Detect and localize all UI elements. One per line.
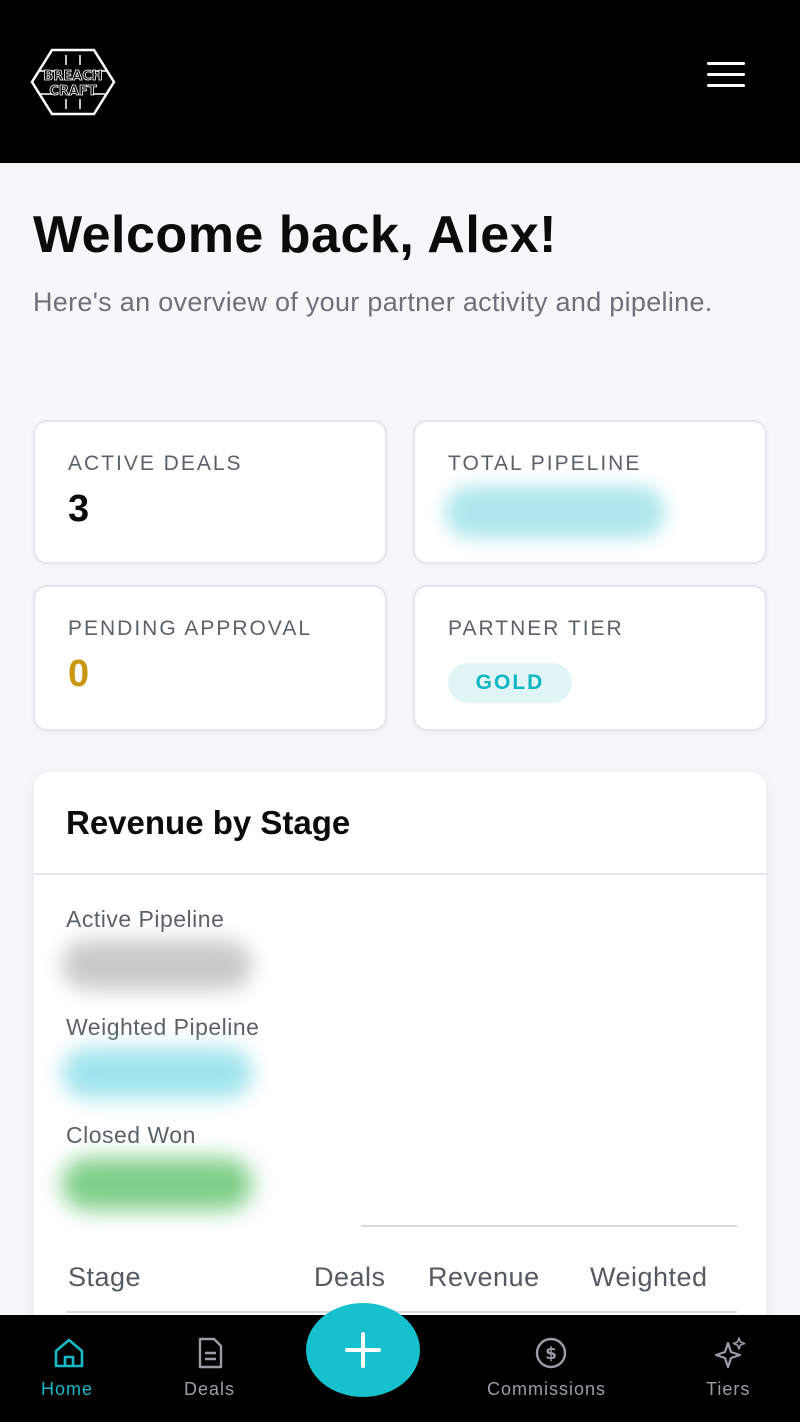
active-pipeline-value-redacted <box>62 940 252 990</box>
total-pipeline-card[interactable]: TOTAL PIPELINE <box>413 420 767 564</box>
active-deals-value: 3 <box>68 488 90 530</box>
svg-text:BREACH: BREACH <box>43 69 102 84</box>
nav-deals[interactable]: Deals <box>170 1315 250 1422</box>
table-top-divider <box>361 1225 737 1227</box>
dollar-circle-icon: $ <box>535 1337 567 1369</box>
breachcraft-logo[interactable]: BREACH CRAFT <box>30 47 116 117</box>
svg-text:$: $ <box>545 1344 557 1364</box>
partner-tier-label: PARTNER TIER <box>448 617 624 640</box>
revenue-panel-title: Revenue by Stage <box>66 804 351 841</box>
panel-divider <box>34 873 768 875</box>
total-pipeline-value-redacted <box>445 486 665 538</box>
weighted-pipeline-value-redacted <box>62 1048 252 1098</box>
nav-tiers-label: Tiers <box>706 1379 751 1399</box>
page-title: Welcome back, Alex! <box>33 206 557 264</box>
table-header-stage[interactable]: Stage <box>68 1262 141 1293</box>
closed-won-value-redacted <box>62 1158 252 1210</box>
weighted-pipeline-label: Weighted Pipeline <box>66 1014 260 1040</box>
add-deal-button[interactable] <box>306 1303 420 1397</box>
hamburger-menu-icon[interactable] <box>704 62 748 94</box>
partner-tier-card[interactable]: PARTNER TIER GOLD <box>413 585 767 731</box>
table-header-divider <box>66 1311 737 1313</box>
tier-badge: GOLD <box>448 663 572 703</box>
table-header-weighted[interactable]: Weighted <box>590 1262 708 1293</box>
nav-tiers[interactable]: Tiers <box>690 1315 770 1422</box>
nav-home[interactable]: Home <box>30 1315 110 1422</box>
home-icon <box>54 1338 84 1368</box>
pending-approval-label: PENDING APPROVAL <box>68 617 313 640</box>
nav-deals-label: Deals <box>184 1379 236 1399</box>
active-deals-label: ACTIVE DEALS <box>68 452 243 475</box>
pending-approval-value: 0 <box>68 653 90 695</box>
app-root: BREACH CRAFT Welcome back, Alex! Here's … <box>0 0 800 1422</box>
sparkles-icon <box>714 1337 746 1369</box>
page-subtitle: Here's an overview of your partner activ… <box>33 287 713 317</box>
nav-home-label: Home <box>41 1379 94 1399</box>
pending-approval-card[interactable]: PENDING APPROVAL 0 <box>33 585 387 731</box>
active-pipeline-label: Active Pipeline <box>66 906 225 932</box>
table-header-deals[interactable]: Deals <box>314 1262 386 1293</box>
nav-commissions[interactable]: $ Commissions <box>480 1315 630 1422</box>
svg-text:CRAFT: CRAFT <box>49 84 96 99</box>
plus-icon <box>345 1332 381 1368</box>
top-bar: BREACH CRAFT <box>0 0 800 163</box>
document-icon <box>198 1337 223 1369</box>
total-pipeline-label: TOTAL PIPELINE <box>448 452 642 475</box>
nav-commissions-label: Commissions <box>487 1379 607 1399</box>
table-header-revenue[interactable]: Revenue <box>428 1262 540 1293</box>
closed-won-label: Closed Won <box>66 1122 196 1148</box>
active-deals-card[interactable]: ACTIVE DEALS 3 <box>33 420 387 564</box>
